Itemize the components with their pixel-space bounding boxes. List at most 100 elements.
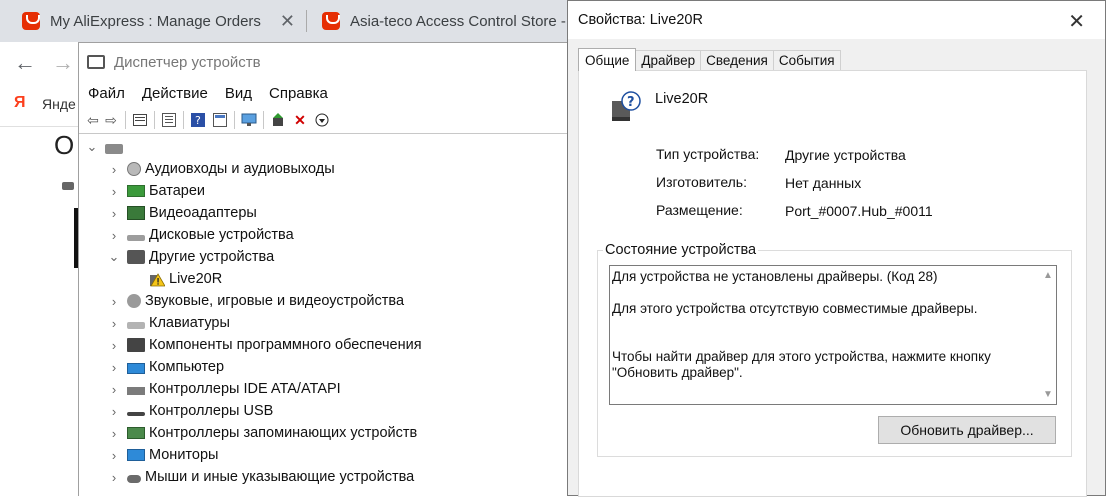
chevron-right-icon[interactable]: › [107,316,121,331]
chevron-right-icon[interactable]: › [107,228,121,243]
page-heading-fragment: О [54,130,75,160]
tree-item-label: Другие устройства [149,249,275,265]
device-manager-titlebar[interactable]: Диспетчер устройств [79,43,574,81]
chevron-right-icon[interactable]: › [107,448,121,463]
tree-item-label: Мониторы [149,447,219,463]
tree-item[interactable]: › Компоненты программного обеспечения [107,334,422,356]
usb-icon [127,412,145,416]
tree-item-label: Дисковые устройства [149,227,294,243]
scroll-up-icon[interactable]: ▲ [1043,270,1053,281]
svg-text:?: ? [627,95,635,110]
chevron-right-icon[interactable]: › [107,382,121,397]
chevron-right-icon[interactable]: › [107,426,121,441]
scan-hardware-icon[interactable] [241,112,257,128]
device-name: Live20R [655,91,709,107]
properties-titlebar[interactable]: Свойства: Live20R ✕ [568,1,1105,39]
close-icon[interactable]: ✕ [280,11,295,32]
ide-icon [127,387,145,395]
device-type-label: Тип устройства: [656,146,760,162]
tab-general[interactable]: Общие [578,48,637,71]
yandex-icon[interactable]: Я [14,94,26,112]
tree-item-label: Компоненты программного обеспечения [149,337,422,353]
update-driver-button[interactable]: Обновить драйвер... [878,416,1056,444]
toolbar-separator [154,111,155,129]
device-status-textbox[interactable]: Для устройства не установлены драйверы. … [609,265,1057,405]
properties-tabs: Общие Драйвер Сведения События [578,48,841,71]
tree-item[interactable]: › Мониторы [107,444,219,466]
browser-tab-asia-teco[interactable]: Asia-teco Access Control Store - [300,0,570,42]
window-title: Диспетчер устройств [114,53,261,71]
chevron-right-icon[interactable]: › [107,338,121,353]
tree-item-label: Батареи [149,183,206,199]
bookmark-yandex[interactable]: Янде [42,96,76,112]
status-scrollbar[interactable]: ▲ ▼ [1039,266,1056,404]
aliexpress-icon [22,12,40,30]
tree-item[interactable]: › Дисковые устройства [107,224,294,246]
tree-item-label: Контроллеры IDE ATA/ATAPI [149,381,341,397]
tree-item[interactable]: › Контроллеры запоминающих устройств [107,422,417,444]
chevron-right-icon[interactable]: › [107,404,121,419]
disable-device-icon[interactable] [314,112,330,128]
chevron-right-icon[interactable]: › [107,360,121,375]
chevron-right-icon[interactable]: › [107,470,121,485]
status-line: Чтобы найти драйвер для этого устройства… [612,349,991,364]
tab-driver[interactable]: Драйвер [635,50,702,70]
status-line: Для этого устройства отсутствую совмести… [612,301,978,316]
tree-item[interactable]: › Компьютер [107,356,224,378]
tree-item[interactable]: ⌄ Другие устройства [107,246,275,268]
status-line: Для устройства не установлены драйверы. … [612,269,938,284]
forward-button[interactable]: → [52,50,74,76]
menu-help[interactable]: Справка [269,85,328,102]
back-arrow-icon[interactable]: ⇦ [85,112,101,128]
chevron-right-icon[interactable]: › [107,162,121,177]
browser-tab-title: Asia-teco Access Control Store - [350,12,566,30]
tree-item[interactable]: › Звуковые, игровые и видеоустройства [107,290,404,312]
tree-root[interactable]: ⌄ [85,136,127,158]
tree-item[interactable]: › Аудиовходы и аудиовыходы [107,158,335,180]
manufacturer-value: Нет данных [785,175,862,191]
tree-item[interactable]: › Контроллеры IDE ATA/ATAPI [107,378,341,400]
chevron-right-icon[interactable]: › [107,184,121,199]
chevron-right-icon[interactable]: › [107,294,121,309]
toolbar-separator [263,111,264,129]
tree-item[interactable]: › Клавиатуры [107,312,230,334]
properties-sheet-icon[interactable] [132,112,148,128]
forward-arrow-icon[interactable]: ⇨ [103,112,119,128]
tree-item[interactable]: Live20R [129,268,222,290]
help-icon[interactable]: ? [190,112,206,128]
tree-item[interactable]: › Мыши и иные указывающие устройства [107,466,414,488]
chevron-down-icon[interactable]: ⌄ [85,139,99,155]
status-line: "Обновить драйвер". [612,365,743,380]
tree-item-label: Live20R [169,271,223,287]
general-tab-panel: ? Live20R Тип устройства: Другие устройс… [578,70,1087,497]
tree-item[interactable]: › Батареи [107,180,205,202]
tree-item[interactable]: › Видеоадаптеры [107,202,257,224]
tree-item[interactable]: › Контроллеры USB [107,400,273,422]
chevron-right-icon[interactable]: › [107,206,121,221]
update-driver-icon[interactable] [270,112,286,128]
device-manager-toolbar: ⇦ ⇨ ? ✕ [79,107,574,134]
list-view-icon[interactable] [161,112,177,128]
menu-bar: Файл Действие Вид Справка [79,81,574,105]
browser-tab-aliexpress-orders[interactable]: My AliExpress : Manage Orders ✕ [0,0,305,42]
back-button[interactable]: ← [14,50,36,76]
unknown-device-icon: ? [609,91,643,125]
chevron-down-icon[interactable]: ⌄ [107,249,121,265]
battery-icon [127,185,145,197]
tree-item-label: Клавиатуры [149,315,230,331]
device-manager-window: Диспетчер устройств Файл Действие Вид Сп… [78,42,574,497]
uninstall-icon[interactable]: ✕ [292,112,308,128]
menu-action[interactable]: Действие [142,85,208,102]
menu-view[interactable]: Вид [225,85,252,102]
status-line [612,333,1032,349]
tab-details[interactable]: Сведения [700,50,774,70]
close-icon[interactable]: ✕ [1068,9,1085,34]
computer-root-icon [105,143,123,154]
device-view-icon[interactable] [212,112,228,128]
svg-text:?: ? [195,114,201,127]
status-line [612,285,1032,301]
tab-events[interactable]: События [772,50,841,70]
menu-file[interactable]: Файл [88,85,125,102]
scroll-down-icon[interactable]: ▼ [1043,389,1053,400]
device-tree: ⌄ › Аудиовходы и аудиовыходы › Батареи › Видео… [79,134,574,497]
